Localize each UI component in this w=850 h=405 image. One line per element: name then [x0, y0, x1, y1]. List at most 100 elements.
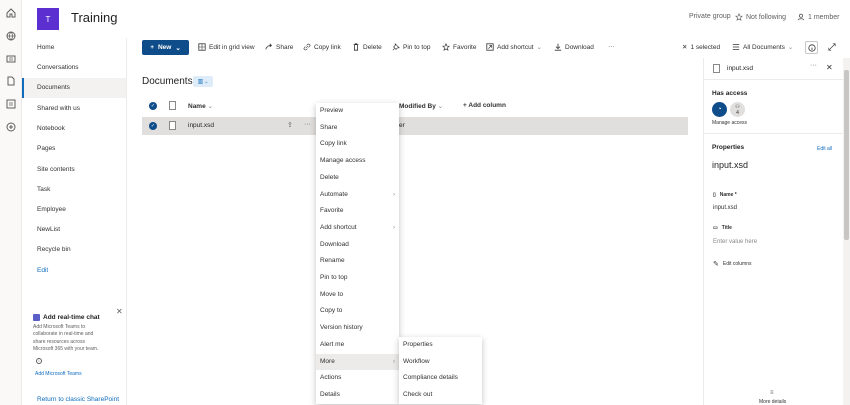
copy-link-button[interactable]: Copy link	[303, 43, 341, 51]
nav-item-recycle-bin[interactable]: Recycle bin	[22, 240, 126, 260]
news-icon[interactable]	[6, 54, 16, 64]
menu-item-add-shortcut[interactable]: Add shortcut ›	[316, 220, 399, 237]
submenu-item-workflow[interactable]: Workflow	[399, 354, 482, 371]
panel-file-icon	[713, 64, 720, 73]
close-icon[interactable]: ✕	[826, 63, 833, 72]
nav-item-shared-with-us[interactable]: Shared with us	[22, 99, 126, 119]
library-views-icon[interactable]: ▥ ⌄	[193, 76, 213, 87]
nav-item-newlist[interactable]: NewList	[22, 220, 126, 240]
selected-count[interactable]: ✕ 1 selected	[682, 43, 720, 52]
submenu-item-check-out[interactable]: Check out	[399, 387, 482, 404]
nav-item-pages[interactable]: Pages	[22, 139, 126, 159]
file-name-cell[interactable]: input.xsd	[188, 122, 214, 129]
edit-columns-label: Edit columns	[722, 261, 752, 267]
home-icon[interactable]	[6, 8, 16, 18]
edit-grid-button[interactable]: Edit in grid view	[198, 43, 255, 51]
access-count-badge[interactable]: ⚇ 4	[730, 102, 745, 117]
column-name[interactable]: Name ⌄	[188, 102, 213, 110]
delete-button[interactable]: Delete	[352, 43, 382, 51]
menu-item-manage-access[interactable]: Manage access	[316, 153, 399, 170]
group-type: Private group	[689, 13, 731, 20]
menu-item-automate[interactable]: Automate ›	[316, 187, 399, 204]
nav-item-edit[interactable]: Edit	[22, 261, 126, 281]
info-icon[interactable]: i	[36, 358, 42, 364]
column-modified-by[interactable]: Modified By ⌄	[399, 102, 443, 110]
nav-item-conversations[interactable]: Conversations	[22, 58, 126, 78]
nav-item-home[interactable]: Home	[22, 38, 126, 58]
menu-item-preview[interactable]: Preview	[316, 103, 399, 120]
follow-button[interactable]: Not following	[735, 13, 786, 21]
chat-promo: Add real-time chat Add Microsoft Teams t…	[33, 314, 123, 354]
delete-label: Delete	[363, 43, 382, 51]
menu-item-copy-to[interactable]: Copy to	[316, 303, 399, 320]
menu-item-actions[interactable]: Actions	[316, 370, 399, 387]
download-label: Download	[565, 43, 594, 51]
select-all-checkbox[interactable]: ✓	[149, 102, 157, 110]
menu-item-more[interactable]: More ›	[316, 353, 399, 371]
chevron-down-icon: ⌄	[536, 44, 542, 51]
menu-item-share[interactable]: Share	[316, 120, 399, 137]
row-share-icon[interactable]: ⇪	[287, 121, 293, 129]
more-actions-button[interactable]: ···	[608, 43, 615, 50]
scrollbar-thumb[interactable]	[844, 70, 849, 240]
add-column-button[interactable]: + Add column	[463, 102, 506, 109]
menu-item-details[interactable]: Details	[316, 387, 399, 404]
submenu-item-properties[interactable]: Properties	[399, 337, 482, 354]
file-type-icon[interactable]	[169, 101, 176, 110]
avatar[interactable]: ◔	[712, 102, 727, 117]
name-field[interactable]: input.xsd	[713, 205, 737, 211]
more-details-button[interactable]: More details	[759, 399, 786, 405]
chevron-right-icon: ›	[393, 191, 395, 198]
add-shortcut-button[interactable]: Add shortcut ⌄	[486, 43, 542, 51]
nav-item-site-contents[interactable]: Site contents	[22, 160, 126, 180]
add-teams-link[interactable]: Add Microsoft Teams	[35, 371, 82, 377]
title-field[interactable]: Enter value here	[713, 239, 757, 245]
panel-more-icon[interactable]: ···	[810, 62, 817, 69]
download-button[interactable]: Download	[554, 43, 594, 51]
share-button[interactable]: Share	[265, 43, 293, 51]
globe-icon[interactable]	[6, 31, 16, 41]
view-list-icon	[732, 44, 740, 50]
submenu-item-compliance-details[interactable]: Compliance details	[399, 370, 482, 387]
menu-item-download[interactable]: Download	[316, 237, 399, 254]
site-logo[interactable]: T	[37, 8, 59, 30]
teams-icon	[33, 314, 40, 321]
menu-item-alert-me[interactable]: Alert me	[316, 337, 399, 354]
favorite-button[interactable]: Favorite	[442, 43, 476, 51]
edit-grid-label: Edit in grid view	[209, 43, 255, 51]
menu-item-delete[interactable]: Delete	[316, 170, 399, 187]
site-title[interactable]: Training	[71, 10, 117, 25]
list-icon[interactable]	[6, 99, 16, 109]
nav-item-notebook[interactable]: Notebook	[22, 119, 126, 139]
pencil-icon: ✎	[713, 261, 719, 268]
nav-item-employee[interactable]: Employee	[22, 200, 126, 220]
table-row[interactable]	[142, 117, 688, 135]
return-classic-link[interactable]: Return to classic SharePoint	[37, 396, 119, 403]
row-more-icon[interactable]: ···	[304, 121, 311, 128]
add-icon[interactable]	[6, 122, 16, 132]
menu-item-move-to[interactable]: Move to	[316, 287, 399, 304]
favorite-label: Favorite	[453, 43, 477, 51]
grid-icon	[198, 43, 206, 51]
menu-item-favorite[interactable]: Favorite	[316, 203, 399, 220]
chat-promo-title: Add real-time chat	[43, 314, 100, 321]
members-button[interactable]: 1 member	[797, 13, 840, 21]
chevron-right-icon: ›	[393, 224, 395, 231]
pin-button[interactable]: Pin to top	[392, 43, 430, 51]
manage-access-link[interactable]: Manage access	[712, 120, 747, 126]
menu-item-copy-link[interactable]: Copy link	[316, 136, 399, 153]
menu-item-pin-to-top[interactable]: Pin to top	[316, 270, 399, 287]
nav-item-documents[interactable]: Documents	[22, 78, 126, 98]
nav-item-task[interactable]: Task	[22, 180, 126, 200]
xsd-file-icon	[169, 121, 176, 130]
row-checkbox[interactable]: ✓	[149, 122, 157, 130]
pin-label: Pin to top	[403, 43, 431, 51]
menu-item-version-history[interactable]: Version history	[316, 320, 399, 337]
info-pane-button[interactable]	[805, 41, 818, 54]
edit-all-link[interactable]: Edit all	[817, 146, 832, 152]
file-icon[interactable]	[6, 76, 16, 86]
expand-icon[interactable]	[828, 43, 836, 51]
edit-columns-button[interactable]: ✎ Edit columns	[713, 260, 752, 268]
view-switcher[interactable]: All Documents ⌄	[732, 43, 793, 51]
menu-item-rename[interactable]: Rename	[316, 253, 399, 270]
